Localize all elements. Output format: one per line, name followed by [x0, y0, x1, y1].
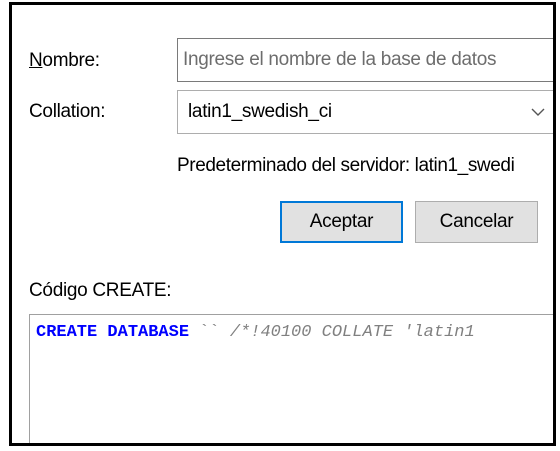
collation-select[interactable]: latin1_swedish_ci	[177, 90, 553, 134]
cancel-button[interactable]: Cancelar	[415, 201, 538, 243]
code-keyword: CREATE DATABASE	[36, 323, 190, 342]
collation-selected-value: latin1_swedish_ci	[188, 101, 332, 122]
create-code-label: Código CREATE:	[29, 280, 172, 301]
name-label-rest: ombre:	[42, 50, 100, 71]
database-name-input[interactable]	[177, 38, 553, 82]
collation-label: Collation:	[29, 101, 106, 122]
chevron-down-icon[interactable]	[530, 105, 546, 119]
code-line: CREATE DATABASE `` /*!40100 COLLATE 'lat…	[36, 323, 475, 342]
create-database-dialog: Nombre: Collation: latin1_swedish_ci Pre…	[9, 2, 556, 446]
code-identifier: ``	[189, 323, 230, 342]
server-default-collation-hint: Predeterminado del servidor: latin1_swed…	[177, 155, 515, 176]
accept-button[interactable]: Aceptar	[280, 201, 403, 243]
name-label: Nombre:	[29, 50, 100, 72]
name-label-mnemonic: N	[29, 50, 43, 71]
create-code-editor[interactable]: CREATE DATABASE `` /*!40100 COLLATE 'lat…	[29, 314, 553, 443]
code-comment: /*!40100 COLLATE 'latin1	[229, 323, 475, 342]
